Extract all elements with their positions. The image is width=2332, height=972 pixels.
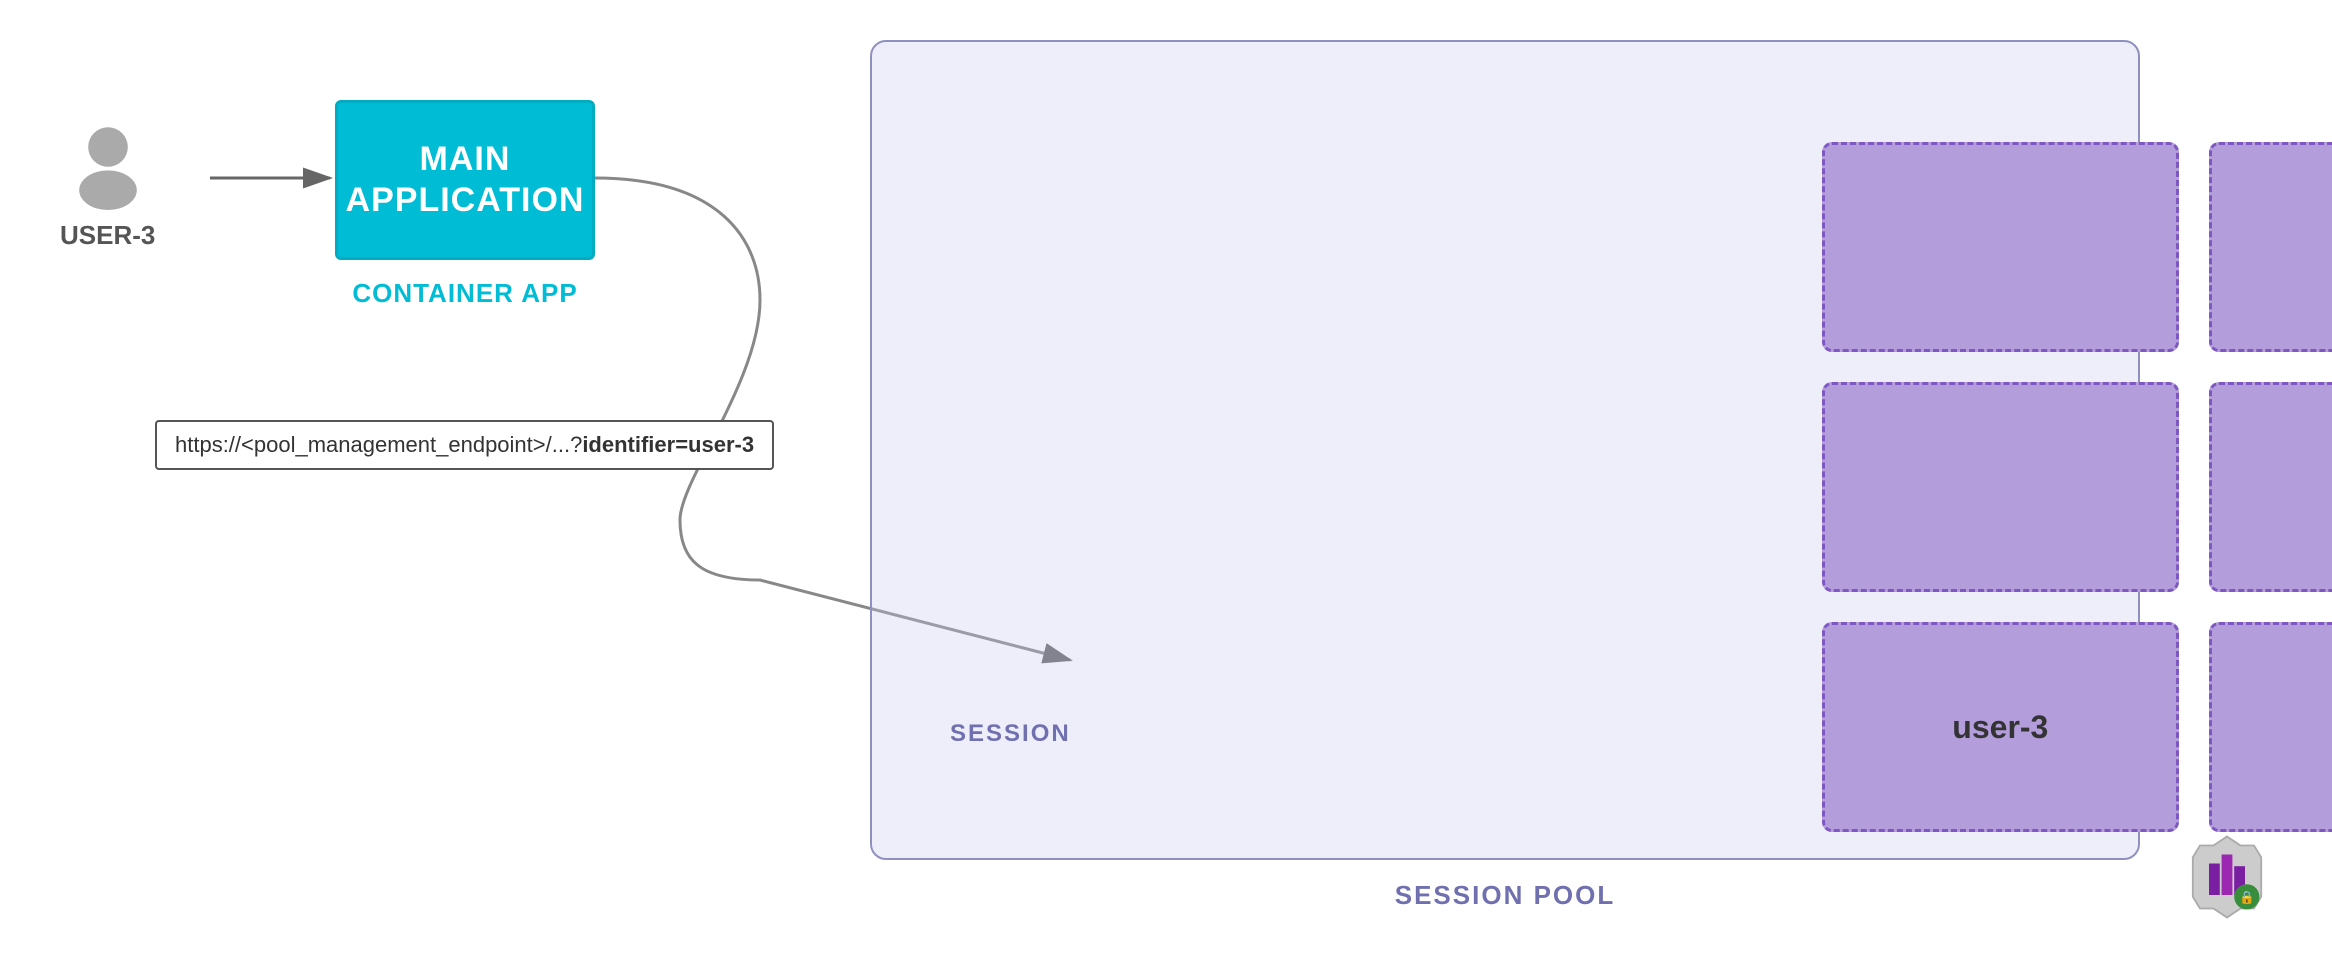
session-cell-5 (2209, 382, 2332, 592)
url-bold: identifier=user-3 (582, 432, 754, 457)
session-cell-7: user-3 (1822, 622, 2179, 832)
session-cell-4 (1822, 382, 2179, 592)
main-app-label: MAIN APPLICATION (346, 139, 585, 221)
session-cell-2: user-2 (2209, 142, 2332, 352)
session-pool-label: SESSION POOL (870, 880, 2140, 911)
session-cell-8 (2209, 622, 2332, 832)
user-label: USER-3 (60, 220, 155, 251)
diagram: USER-3 MAIN APPLICATION CONTAINER APP ht… (0, 0, 2332, 972)
main-app-box: MAIN APPLICATION (335, 100, 595, 260)
svg-text:🔒: 🔒 (2239, 890, 2255, 904)
url-prefix: https://<pool_management_endpoint>/...? (175, 432, 582, 457)
session-label: SESSION (950, 720, 1071, 748)
session-grid: user-2 user-7 user-3 (1792, 112, 2332, 862)
url-box: https://<pool_management_endpoint>/...?i… (155, 420, 774, 470)
session-cell-1 (1822, 142, 2179, 352)
azure-icon: 🔒 (2182, 832, 2272, 922)
container-app-label: CONTAINER APP (335, 278, 595, 309)
user-avatar (63, 120, 153, 210)
user-section: USER-3 (60, 120, 155, 251)
